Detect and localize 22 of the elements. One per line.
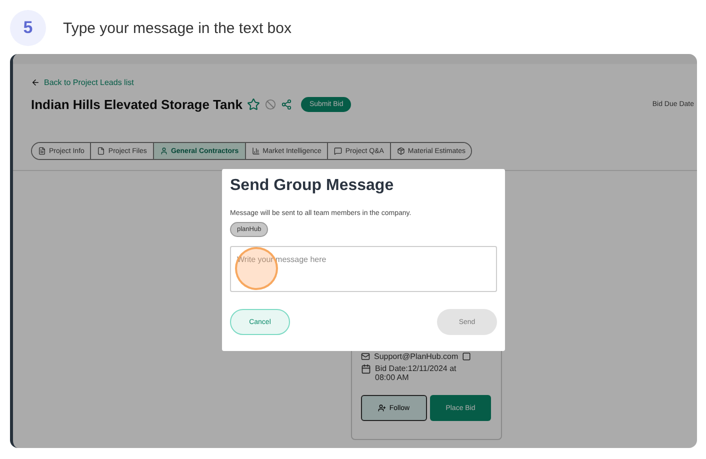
add-user-icon (378, 404, 386, 412)
block-icon[interactable] (265, 99, 276, 110)
back-link[interactable]: Back to Project Leads list (31, 78, 697, 87)
chat-icon (334, 147, 342, 155)
back-arrow-icon (31, 78, 40, 87)
step-instruction: Type your message in the text box (63, 20, 292, 36)
mail-icon (361, 352, 370, 361)
step-number: 5 (10, 10, 46, 46)
dialog-title: Send Group Message (230, 177, 395, 195)
chart-icon (252, 147, 260, 155)
person-icon (160, 147, 168, 155)
file-icon (97, 147, 106, 155)
copy-icon[interactable] (462, 352, 472, 361)
star-icon[interactable] (247, 98, 260, 111)
project-title: Indian Hills Elevated Storage Tank (31, 97, 242, 112)
email-text: Support@PlanHub.com (374, 352, 458, 361)
share-icon[interactable] (281, 99, 292, 110)
box-icon (396, 147, 405, 155)
info-icon (38, 147, 46, 155)
calendar-icon (361, 364, 371, 374)
click-marker (235, 247, 278, 290)
bid-date-text: Bid Date:12/11/2024 at 08:00 AM (375, 364, 458, 382)
